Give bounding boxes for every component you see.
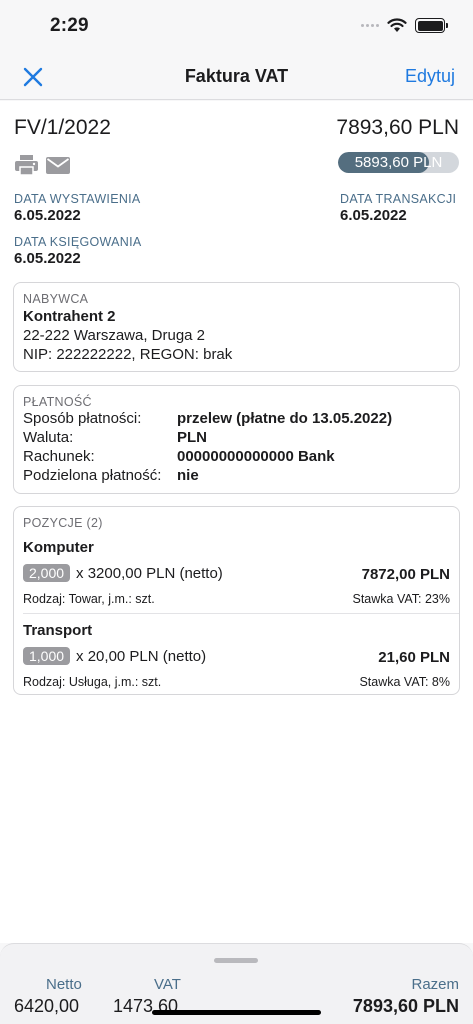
nav-title: Faktura VAT bbox=[184, 66, 289, 86]
invoice-total: 7893,60 PLN bbox=[336, 116, 459, 139]
mail-icon[interactable] bbox=[45, 154, 71, 176]
quantity-badge: 1,000 bbox=[23, 647, 71, 665]
item-kind: Rodzaj: Usługa, j.m.: szt. bbox=[23, 675, 162, 689]
battery-icon bbox=[415, 18, 448, 33]
item-price: x 20,00 PLN (netto) bbox=[76, 647, 207, 665]
payment-card: PŁATNOŚĆ Sposób płatności: przelew (płat… bbox=[13, 385, 460, 494]
issue-date-label: DATA WYSTAWIENIA bbox=[14, 192, 141, 206]
sheet-grabber[interactable] bbox=[214, 958, 258, 963]
total-value: 7893,60 PLN bbox=[352, 996, 459, 1016]
net-label: Netto bbox=[46, 976, 82, 993]
buyer-card-title: NABYWCA bbox=[23, 292, 89, 306]
item-name: Transport bbox=[23, 622, 93, 639]
signal-icon bbox=[361, 24, 379, 27]
item-name: Komputer bbox=[23, 539, 94, 556]
status-icons bbox=[361, 18, 448, 33]
transaction-date-value: 6.05.2022 bbox=[340, 207, 407, 224]
total-label: Razem bbox=[411, 976, 459, 993]
issue-date-value: 6.05.2022 bbox=[14, 207, 81, 224]
payment-progress-bar: 5893,60 PLN bbox=[338, 152, 459, 173]
positions-card: POZYCJE (2) Komputer 2,000 x 3200,00 PLN… bbox=[13, 506, 460, 695]
buyer-card: NABYWCA Kontrahent 2 22-222 Warszawa, Dr… bbox=[13, 282, 460, 372]
edit-button[interactable]: Edytuj bbox=[405, 66, 455, 87]
buyer-address: 22-222 Warszawa, Druga 2 bbox=[23, 327, 206, 344]
invoice-details: FV/1/2022 7893,60 PLN 5893,60 PLN DATA W… bbox=[0, 101, 473, 943]
currency-label: Waluta: bbox=[23, 429, 74, 446]
account-value: 00000000000000 Bank bbox=[177, 448, 335, 465]
item-quantity-row: 1,000 x 20,00 PLN (netto) bbox=[23, 647, 206, 665]
print-icon[interactable] bbox=[14, 154, 39, 176]
wifi-icon bbox=[387, 18, 407, 32]
payment-method-label: Sposób płatności: bbox=[23, 410, 142, 427]
split-payment-value: nie bbox=[177, 467, 199, 484]
item-price: x 3200,00 PLN (netto) bbox=[76, 564, 223, 582]
home-indicator bbox=[152, 1010, 321, 1015]
action-icons bbox=[14, 154, 71, 176]
buyer-name: Kontrahent 2 bbox=[23, 308, 116, 325]
status-bar: 2:29 bbox=[0, 0, 473, 54]
booking-date-label: DATA KSIĘGOWANIA bbox=[14, 235, 142, 249]
vat-label: VAT bbox=[154, 976, 181, 993]
account-label: Rachunek: bbox=[23, 448, 95, 465]
booking-date-value: 6.05.2022 bbox=[14, 250, 81, 267]
buyer-ids: NIP: 222222222, REGON: brak bbox=[23, 346, 233, 363]
transaction-date-label: DATA TRANSAKCJI bbox=[340, 192, 457, 206]
item-divider bbox=[23, 613, 459, 614]
item-amount: 21,60 PLN bbox=[378, 649, 450, 666]
split-payment-label: Podzielona płatność: bbox=[23, 467, 162, 484]
item-amount: 7872,00 PLN bbox=[361, 566, 450, 583]
quantity-badge: 2,000 bbox=[23, 564, 71, 582]
payment-progress-text: 5893,60 PLN bbox=[354, 154, 443, 171]
item-kind: Rodzaj: Towar, j.m.: szt. bbox=[23, 592, 155, 606]
payment-method-value: przelew (płatne do 13.05.2022) bbox=[177, 410, 393, 427]
item-vat-rate: Stawka VAT: 8% bbox=[359, 675, 450, 689]
net-value: 6420,00 bbox=[14, 996, 80, 1016]
status-time: 2:29 bbox=[50, 15, 89, 36]
positions-card-title: POZYCJE (2) bbox=[23, 516, 103, 530]
payment-card-title: PŁATNOŚĆ bbox=[23, 395, 92, 409]
item-vat-rate: Stawka VAT: 23% bbox=[352, 592, 451, 606]
item-quantity-row: 2,000 x 3200,00 PLN (netto) bbox=[23, 564, 223, 582]
currency-value: PLN bbox=[177, 429, 207, 446]
invoice-number: FV/1/2022 bbox=[14, 116, 111, 139]
nav-bar: Faktura VAT Edytuj bbox=[0, 54, 473, 100]
